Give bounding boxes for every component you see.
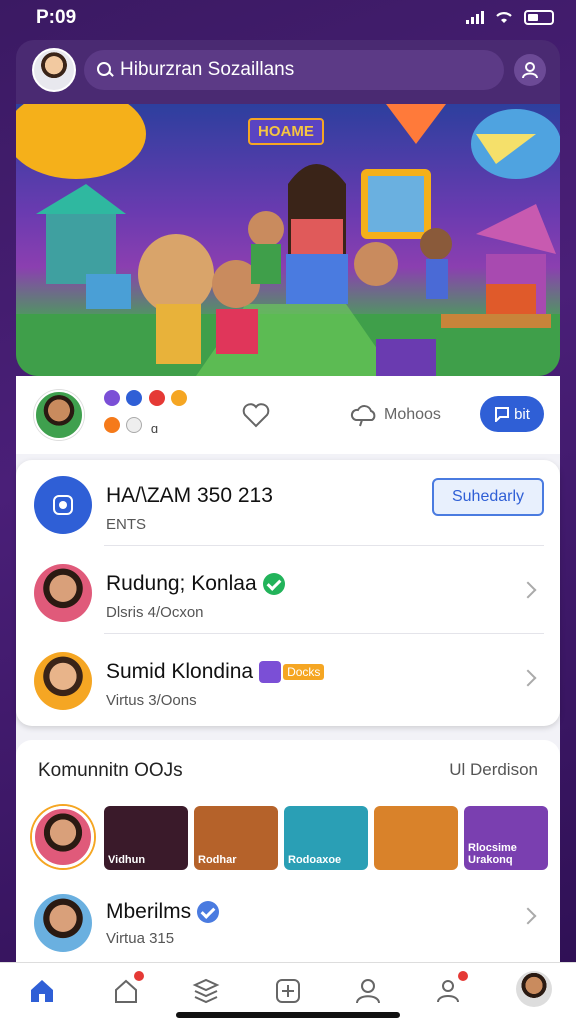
item-title: Mberilms [106, 900, 220, 924]
item-title: Sumid Klondina Docks [106, 660, 325, 684]
sparkle-icon [259, 661, 282, 684]
list-item[interactable]: Sumid Klondina Docks Virtus 3/Oons [16, 636, 560, 722]
plus-icon [276, 979, 300, 1003]
search-text: Hiburzran Sozaillans [120, 59, 295, 80]
thumbnail[interactable] [374, 806, 458, 870]
reaction-icon [148, 390, 165, 406]
item-title-text: Mberilms [106, 900, 192, 923]
divider [104, 545, 544, 546]
thumbnail[interactable]: Rodhar [194, 806, 278, 870]
chevron-right-icon[interactable] [519, 669, 537, 687]
thumbnail[interactable]: Rlocsime Urakonq [464, 806, 548, 870]
profile-icon [356, 979, 380, 1004]
emoji-icon [197, 901, 220, 924]
nav-groups[interactable] [434, 971, 468, 1007]
item-subtitle: Dlsris 4/Ocxon [106, 604, 204, 621]
item-subtitle: Virtus 3/Oons [106, 692, 197, 709]
list-item[interactable]: Rudung; Konlaa Dlsris 4/Ocxon [16, 548, 560, 634]
list-item[interactable]: Mberilms Virtua 315 [16, 886, 560, 966]
channel-avatar [34, 476, 92, 534]
reaction-icon [104, 390, 120, 406]
wifi-icon [496, 12, 512, 23]
notification-dot [458, 971, 468, 981]
status-icons [466, 9, 554, 25]
item-title: HA/\ZAM 350 213 [106, 484, 273, 507]
thumb-label: Rlocsime Urakonq [468, 842, 517, 866]
thumb-label: Vidhun [108, 854, 146, 866]
item-subtitle: ENTS [106, 516, 147, 533]
tag-badge: Docks [283, 664, 325, 681]
divider [104, 633, 544, 634]
bit-label: bit [514, 405, 530, 423]
like-button[interactable] [242, 402, 270, 433]
reaction-icon [171, 390, 188, 406]
thumbnail-strip: Vidhun Rodhar Rodoaxoe Rlocsime Urakonq [104, 806, 548, 870]
signal-icon [466, 10, 484, 24]
avatar [34, 894, 92, 952]
thumb-label: Rodoaxoe [288, 854, 342, 866]
accounts-panel: HA/\ZAM 350 213 ENTS Suhedarly Rudung; K… [16, 460, 560, 726]
more-button[interactable]: Mohoos [350, 402, 441, 428]
notification-dot [134, 971, 144, 981]
status-bar: P:09 [0, 0, 576, 38]
reaction-count: ɑ [150, 421, 159, 436]
reaction-icon [126, 417, 143, 433]
search-icon [96, 61, 114, 79]
top-header: Hiburzran Sozaillans [16, 40, 560, 104]
avatar [34, 564, 92, 622]
chevron-right-icon[interactable] [519, 907, 537, 925]
reaction-icon [126, 390, 143, 406]
nav-house[interactable] [110, 971, 144, 1007]
reaction-icon [104, 417, 120, 433]
hero-title: HOAME [248, 118, 324, 145]
user-button[interactable] [514, 54, 546, 86]
nav-layers[interactable] [190, 975, 222, 1007]
house-icon [115, 979, 137, 1003]
chevron-right-icon[interactable] [519, 581, 537, 599]
item-title-text: Sumid Klondina [106, 660, 254, 683]
nav-avatar[interactable] [516, 971, 552, 1007]
chat-icon [495, 407, 510, 422]
heart-icon [242, 403, 270, 428]
status-time: P:09 [36, 7, 77, 28]
nav-profile[interactable] [352, 975, 384, 1007]
home-indicator [176, 1012, 400, 1018]
nav-create[interactable] [272, 975, 304, 1007]
verified-icon [262, 573, 285, 596]
channel-icon [53, 495, 73, 515]
section-title: Komunnitn OOJs [38, 760, 183, 781]
home-icon [31, 980, 53, 1002]
avatar[interactable] [32, 48, 76, 92]
community-section: Komunnitn OOJs Ul Derdison Vidhun Rodhar… [16, 740, 560, 966]
cloud-icon [350, 405, 376, 427]
see-all-link[interactable]: Ul Derdison [449, 760, 538, 780]
hero-banner[interactable]: HOAME [16, 104, 560, 376]
list-item[interactable]: HA/\ZAM 350 213 ENTS Suhedarly [16, 460, 560, 546]
item-subtitle: Virtua 315 [106, 930, 175, 947]
item-title: Rudung; Konlaa [106, 572, 285, 596]
thumbnail[interactable]: Vidhun [104, 806, 188, 870]
search-input[interactable]: Hiburzran Sozaillans [84, 50, 504, 90]
subscribe-button[interactable]: Suhedarly [432, 478, 544, 516]
reactions[interactable]: ɑ [104, 390, 194, 438]
user-icon [522, 62, 538, 79]
nav-home[interactable] [26, 975, 58, 1007]
item-title-text: Rudung; Konlaa [106, 572, 257, 595]
layers-icon [192, 978, 220, 1004]
bit-button[interactable]: bit [480, 396, 544, 432]
thumb-label: Rodhar [198, 854, 237, 866]
thumbnail[interactable]: Rodoaxoe [284, 806, 368, 870]
main-content: ɑ Mohoos bit HA/\ZAM 350 213 ENTS Suheda… [16, 376, 560, 966]
group-icon [437, 980, 459, 1003]
post-actions-bar: ɑ Mohoos bit [16, 376, 560, 454]
post-avatar[interactable] [34, 390, 84, 440]
more-label: Mohoos [384, 406, 441, 423]
avatar[interactable] [32, 806, 94, 868]
avatar [34, 652, 92, 710]
battery-icon [524, 9, 554, 25]
